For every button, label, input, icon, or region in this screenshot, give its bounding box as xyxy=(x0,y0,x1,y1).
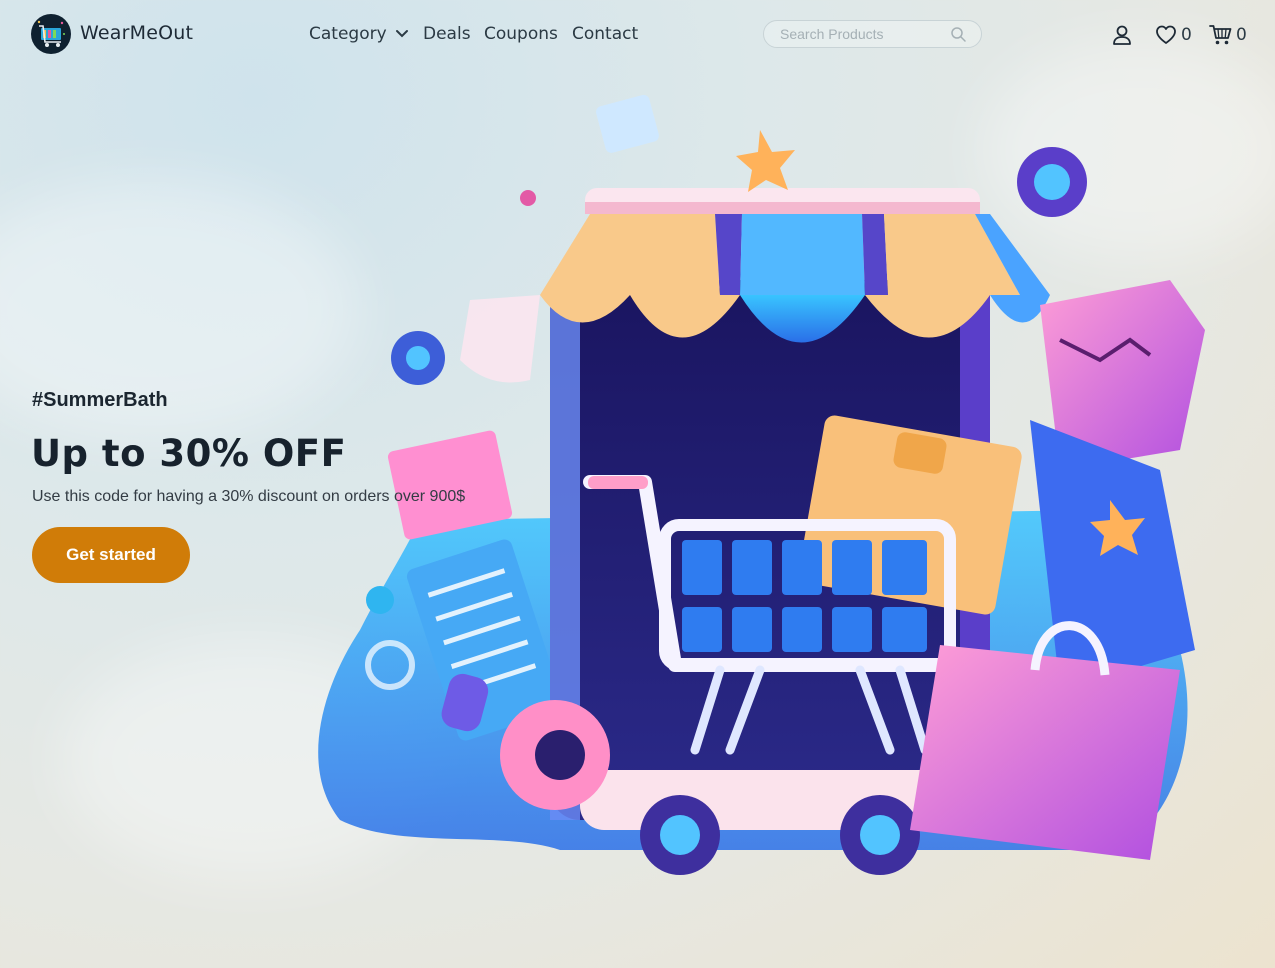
wishlist-count: 0 xyxy=(1181,25,1192,45)
search-icon[interactable] xyxy=(950,26,967,43)
search-box xyxy=(763,20,982,48)
chevron-down-icon xyxy=(396,30,409,38)
logo-icon[interactable] xyxy=(31,14,71,54)
nav-coupons[interactable]: Coupons xyxy=(484,24,558,44)
cart-icon[interactable] xyxy=(1209,24,1233,46)
heart-icon[interactable] xyxy=(1155,24,1177,46)
search-input[interactable] xyxy=(778,25,952,43)
nav-category[interactable]: Category xyxy=(309,24,409,44)
brand-name[interactable]: WearMeOut xyxy=(80,22,193,44)
nav-deals[interactable]: Deals xyxy=(423,24,471,44)
get-started-button[interactable]: Get started xyxy=(32,527,190,583)
hero-description: Use this code for having a 30% discount … xyxy=(32,488,466,505)
user-icon[interactable] xyxy=(1111,24,1133,46)
nav-contact[interactable]: Contact xyxy=(572,24,638,44)
nav-category-label: Category xyxy=(309,24,387,44)
site-header: WearMeOut Category Deals Coupons Contact… xyxy=(0,0,1275,70)
cart-count: 0 xyxy=(1236,25,1247,45)
hero-tag: #SummerBath xyxy=(32,389,168,411)
hero-headline: Up to 30% OFF xyxy=(31,432,347,475)
